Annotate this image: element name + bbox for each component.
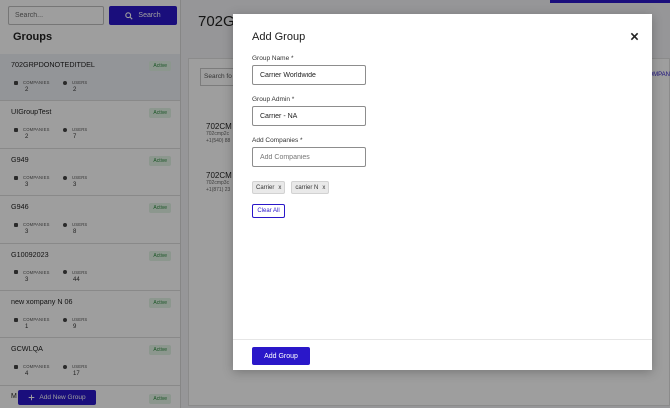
company-chip: carrier N x [291,181,330,194]
remove-chip-icon[interactable]: x [322,185,325,191]
selected-companies: Carrier x carrier N x [252,181,330,194]
remove-chip-icon[interactable]: x [278,185,281,191]
group-name-input[interactable] [252,65,366,85]
group-admin-input[interactable] [252,106,366,126]
group-admin-label: Group Admin * [252,96,295,103]
add-companies-label: Add Companies * [252,137,303,144]
close-icon[interactable] [630,32,639,41]
add-group-button[interactable]: Add Group [252,347,310,365]
chip-label: Carrier [256,184,275,191]
company-chip: Carrier x [252,181,286,194]
add-companies-input[interactable] [252,147,366,167]
modal-title: Add Group [252,31,306,43]
group-name-label: Group Name * [252,55,294,62]
clear-all-button[interactable]: Clear All [252,204,285,218]
chip-label: carrier N [295,184,319,191]
add-group-modal: Add Group Group Name * Group Admin * Add… [233,14,652,370]
modal-footer: Add Group [233,339,652,370]
